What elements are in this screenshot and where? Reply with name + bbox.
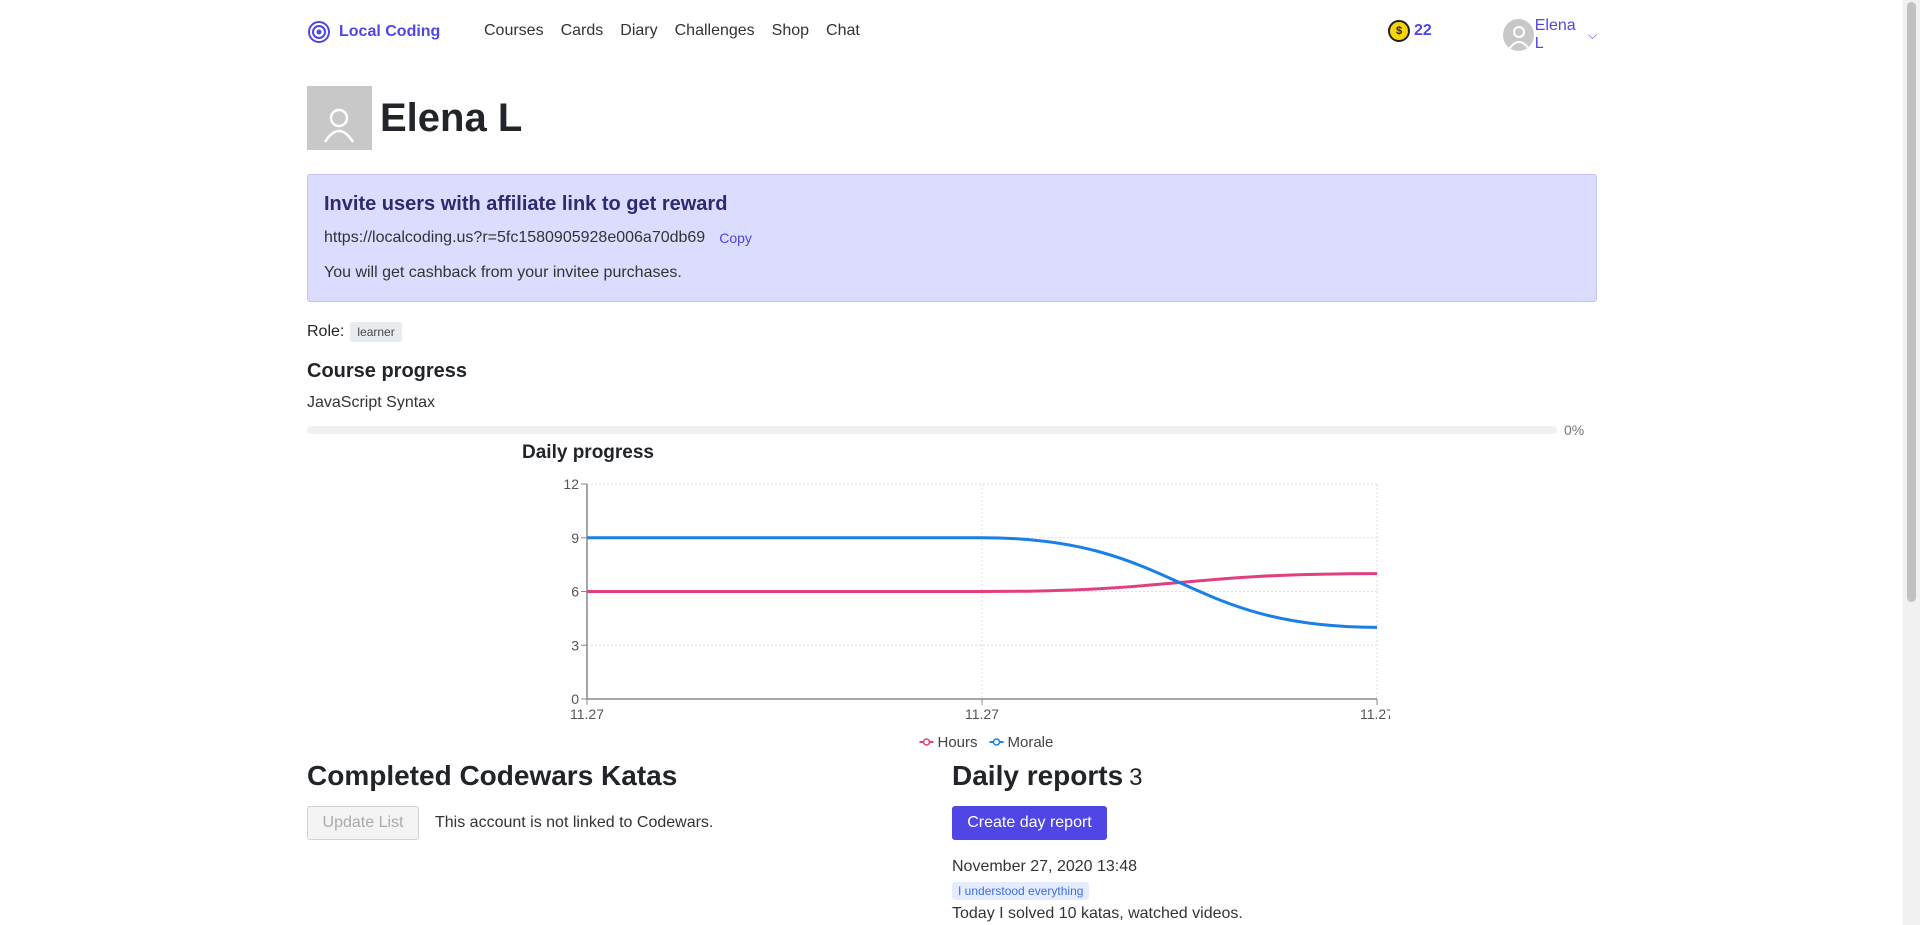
role-badge: learner (350, 322, 402, 342)
coin-count: 22 (1414, 22, 1432, 39)
katas-title: Completed Codewars Katas (307, 760, 678, 791)
report-mood-badge: I understood everything (952, 882, 1090, 900)
y-tick-label: 6 (571, 584, 579, 600)
page: Local Coding Courses Cards Diary Challen… (0, 0, 1920, 925)
x-tick-label: 11.27 (965, 706, 999, 722)
reports-title-text: Daily reports (952, 760, 1124, 791)
y-tick-label: 0 (571, 691, 579, 707)
coin-icon: $ (1388, 20, 1410, 42)
affiliate-note: You will get cashback from your invitee … (324, 264, 682, 281)
report-date: November 27, 2020 13:48 (952, 858, 1138, 875)
y-tick-label: 12 (563, 476, 579, 492)
nav-link-courses[interactable]: Courses (484, 22, 544, 40)
report-text: Today I solved 10 katas, watched videos. (952, 905, 1243, 922)
profile-header: Elena L (307, 86, 522, 150)
nav-link-shop[interactable]: Shop (772, 22, 809, 40)
legend-label-morale: Morale (1008, 734, 1054, 751)
legend-label-hours: Hours (938, 734, 978, 751)
user-avatar-icon (1503, 19, 1534, 51)
codewars-link-note: This account is not linked to Codewars. (435, 814, 714, 831)
y-tick-label: 9 (571, 530, 579, 546)
nav-link-challenges[interactable]: Challenges (675, 22, 755, 40)
affiliate-title: Invite users with affiliate link to get … (324, 193, 728, 215)
course-progress-percent: 0% (1564, 422, 1585, 438)
course-progress-title: Course progress (307, 360, 468, 382)
coin-balance[interactable]: $ 22 (1388, 20, 1432, 42)
scrollbar-thumb[interactable] (1907, 2, 1916, 602)
brand-logo-icon (308, 21, 330, 43)
profile-name: Elena L (380, 95, 523, 140)
x-tick-label: 11.27 (570, 706, 604, 722)
legend-marker-morale (992, 738, 1001, 746)
affiliate-link-row: https://localcoding.us?r=5fc1580905928e0… (324, 229, 1580, 247)
affiliate-panel: Invite users with affiliate link to get … (307, 174, 1597, 302)
role-row: Role: learner (307, 322, 402, 342)
reports-title: Daily reports 3 (952, 760, 1143, 792)
brand-link[interactable]: Local Coding (307, 20, 440, 44)
create-day-report-button[interactable]: Create day report (952, 806, 1107, 840)
nav-link-cards[interactable]: Cards (561, 22, 604, 40)
brand-name: Local Coding (339, 23, 441, 40)
nav-link-diary[interactable]: Diary (620, 22, 657, 40)
user-menu[interactable]: Elena L ⌵ (1503, 17, 1597, 53)
y-tick-label: 3 (571, 637, 579, 653)
copy-link-button[interactable]: Copy (719, 230, 752, 246)
affiliate-link[interactable]: https://localcoding.us?r=5fc1580905928e0… (324, 229, 705, 247)
role-label: Role: (307, 323, 345, 340)
navbar: Local Coding Courses Cards Diary Challen… (307, 17, 1597, 52)
chart-title: Daily progress (522, 442, 654, 463)
update-list-button[interactable]: Update List (307, 806, 419, 840)
course-name[interactable]: JavaScript Syntax (307, 394, 435, 412)
chevron-down-icon: ⌵ (1587, 27, 1597, 42)
nav-links: Courses Cards Diary Challenges Shop Chat (484, 22, 877, 40)
legend-marker-hours (922, 738, 931, 746)
daily-progress-chart: 0 3 6 9 12 11.27 11.27 11.27 Hours Morale (563, 476, 1390, 751)
reports-count: 3 (1129, 764, 1143, 791)
profile-avatar-icon (307, 86, 372, 150)
x-tick-label: 11.27 (1360, 706, 1390, 722)
nav-link-chat[interactable]: Chat (826, 22, 860, 40)
scrollbar[interactable] (1903, 0, 1920, 925)
course-progress-bar (307, 426, 1557, 434)
user-menu-name: Elena L (1534, 17, 1576, 52)
